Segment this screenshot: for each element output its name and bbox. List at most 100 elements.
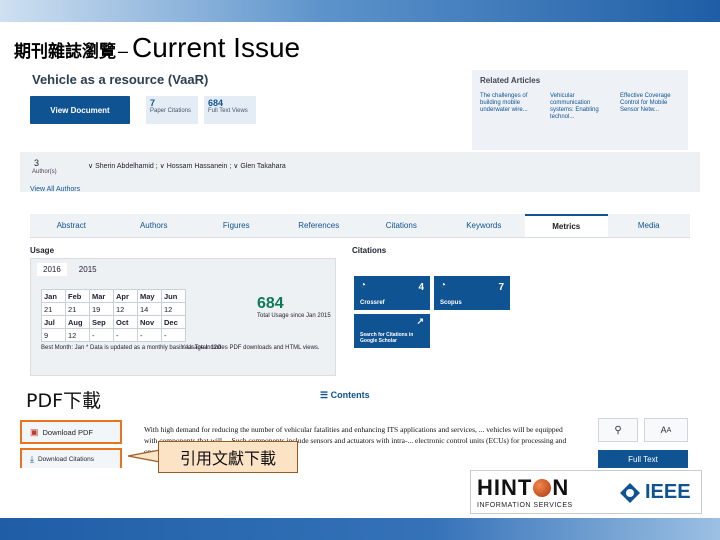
callout-pointer	[128, 449, 160, 463]
ieee-diamond-icon	[620, 482, 640, 503]
table-row: Jul Aug Sep Oct Nov Dec	[41, 315, 186, 329]
citation-download-callout: 引用文獻下載	[158, 441, 298, 473]
tab-abstract[interactable]: Abstract	[30, 214, 113, 237]
table-cell: Oct	[113, 315, 138, 329]
ieee-logo-text: IEEE	[645, 481, 691, 503]
ieee-logo: IEEE	[619, 481, 691, 504]
full-text-button[interactable]: Full Text	[598, 450, 688, 468]
year-total: Year Total: 120	[181, 345, 221, 351]
hinton-logo: HINT N	[477, 475, 569, 501]
table-cell: Apr	[113, 289, 138, 303]
related-article-link[interactable]: Vehicular communication systems: Enablin…	[550, 93, 610, 121]
pdf-download-annotation: PDF下載	[26, 390, 102, 412]
crossref-label: Crossref	[360, 300, 385, 306]
bottom-banner	[0, 518, 720, 540]
table-cell: Feb	[65, 289, 90, 303]
slide-title-dash: –	[118, 41, 129, 61]
related-articles-panel: Related Articles The challenges of build…	[472, 70, 688, 150]
scopus-count: 7	[498, 282, 504, 293]
google-scholar-tile[interactable]: ↗ Search for Citations in Google Scholar	[354, 314, 430, 348]
font-size-button[interactable]: A A	[644, 418, 688, 442]
table-cell: 21	[65, 302, 90, 316]
table-cell: Jul	[41, 315, 66, 329]
usage-heading: Usage	[30, 246, 55, 255]
font-size-icon-small: A	[666, 426, 672, 434]
full-text-views-label: Full Text Views	[208, 108, 248, 114]
related-article-link[interactable]: Effective Coverage Control for Mobile Se…	[620, 93, 680, 121]
table-cell: 12	[161, 302, 186, 316]
contents-label: Contents	[330, 390, 370, 400]
table-cell: -	[161, 328, 186, 342]
download-pdf-button[interactable]: ▣ Download PDF	[20, 420, 122, 444]
year-tab-2016[interactable]: 2016	[37, 263, 67, 276]
tab-authors[interactable]: Authors	[113, 214, 196, 237]
table-cell: May	[137, 289, 162, 303]
hinton-logo-text-a: HINT	[477, 475, 533, 500]
table-cell: -	[89, 328, 114, 342]
related-article-link[interactable]: The challenges of building mobile underw…	[480, 93, 540, 121]
related-articles-heading: Related Articles	[480, 76, 541, 85]
total-usage-label: Total Usage since Jan 2015	[257, 313, 331, 319]
sponsor-logos: HINT N INFORMATION SERVICES IEEE	[470, 470, 702, 514]
hinton-logo-text-b: N	[552, 475, 570, 500]
scopus-citations-tile[interactable]: ◔ 7 Scopus	[434, 276, 510, 310]
pie-chart-icon: ◔	[360, 280, 367, 291]
tab-keywords[interactable]: Keywords	[443, 214, 526, 237]
tab-citations[interactable]: Citations	[360, 214, 443, 237]
paper-citations-metric[interactable]: 7 Paper Citations	[146, 96, 198, 124]
author-count: 3	[34, 158, 40, 168]
download-citations-label: Download Citations	[37, 455, 94, 463]
tab-figures[interactable]: Figures	[195, 214, 278, 237]
table-row: Jan Feb Mar Apr May Jun	[41, 289, 186, 303]
table-cell: 9	[41, 328, 66, 342]
ieee-xplore-screenshot: Vehicle as a resource (VaaR) View Docume…	[20, 68, 700, 468]
table-cell: Jan	[41, 289, 66, 303]
tab-references[interactable]: References	[278, 214, 361, 237]
slide-title: 期刊雜誌瀏覽 – Current Issue	[14, 32, 300, 72]
tab-metrics[interactable]: Metrics	[525, 214, 608, 237]
view-document-button[interactable]: View Document	[30, 96, 130, 124]
search-button[interactable]: ⚲	[598, 418, 638, 442]
table-cell: 14	[137, 302, 162, 316]
table-cell: Dec	[161, 315, 186, 329]
table-cell: Mar	[89, 289, 114, 303]
pie-chart-icon: ◔	[440, 280, 447, 291]
slide-title-cjk: 期刊雜誌瀏覽	[14, 42, 116, 62]
article-title: Vehicle as a resource (VaaR)	[32, 72, 209, 87]
crossref-count: 4	[418, 282, 424, 293]
download-citations-button[interactable]: ⤓ Download Citations	[20, 448, 122, 468]
table-cell: 12	[113, 302, 138, 316]
table-cell: 12	[65, 328, 90, 342]
full-text-views-value: 684	[208, 98, 224, 108]
scopus-label: Scopus	[440, 300, 462, 306]
usage-table: Jan Feb Mar Apr May Jun 21 21 19 12 14 1…	[41, 289, 186, 342]
full-text-views-metric[interactable]: 684 Full Text Views	[204, 96, 256, 124]
search-icon: ⚲	[614, 424, 622, 436]
paper-citations-label: Paper Citations	[150, 108, 192, 114]
tab-media[interactable]: Media	[608, 214, 691, 237]
citations-heading: Citations	[352, 246, 387, 255]
hinton-logo-subtitle: INFORMATION SERVICES	[477, 502, 573, 509]
crossref-citations-tile[interactable]: ◔ 4 Crossref	[354, 276, 430, 310]
article-tabs: Abstract Authors Figures References Cita…	[30, 214, 690, 238]
top-banner	[0, 0, 720, 22]
pdf-icon: ▣	[30, 426, 39, 437]
table-row: 21 21 19 12 14 12	[41, 302, 186, 316]
external-link-icon: ↗	[416, 316, 424, 326]
table-cell: Sep	[89, 315, 114, 329]
paper-citations-value: 7	[150, 98, 156, 108]
author-names[interactable]: ∨ Sherin Abdelhamid ; ∨ Hossam Hassanein…	[88, 162, 286, 170]
contents-toggle[interactable]: ☰ Contents	[320, 390, 370, 401]
table-row: 9 12 - - - -	[41, 328, 186, 342]
table-cell: 19	[89, 302, 114, 316]
total-usage: 684 Total Usage since Jan 2015	[257, 295, 331, 320]
download-pdf-label: Download PDF	[42, 427, 93, 437]
table-cell: Aug	[65, 315, 90, 329]
google-scholar-label: Search for Citations in Google Scholar	[360, 332, 414, 344]
globe-icon	[533, 479, 552, 497]
year-tab-2015[interactable]: 2015	[73, 263, 103, 276]
view-all-authors-link[interactable]: View All Authors	[30, 186, 80, 193]
download-icon: ⤓	[30, 453, 34, 464]
table-cell: -	[113, 328, 138, 342]
table-cell: -	[137, 328, 162, 342]
